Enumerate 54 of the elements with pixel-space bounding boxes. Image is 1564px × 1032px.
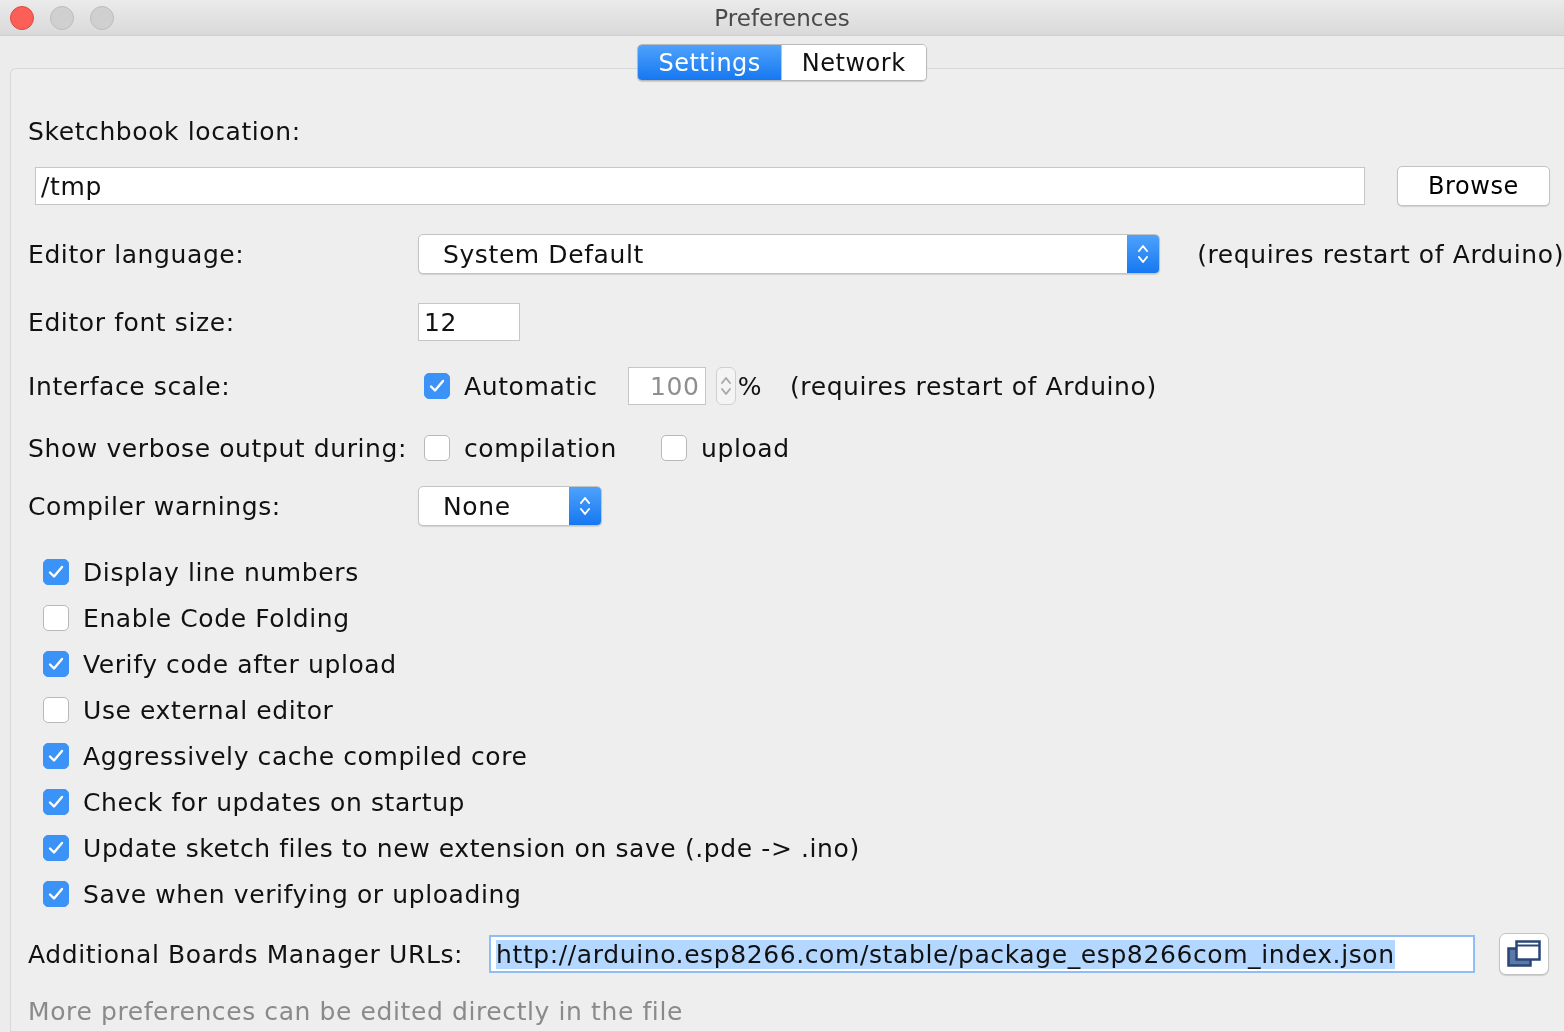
field-label: Compiler warnings: (28, 491, 281, 521)
checkbox[interactable] (43, 697, 69, 723)
field-label: Additional Boards Manager URLs: (28, 939, 464, 969)
field-label: Show verbose output during: (28, 433, 408, 463)
checkbox-label: Verify code after upload (83, 649, 397, 679)
close-button[interactable] (10, 5, 34, 30)
check-icon (48, 841, 64, 855)
checkbox-label: compilation (464, 433, 617, 463)
checked-checkbox[interactable] (43, 789, 69, 815)
field-label: Interface scale: (28, 371, 231, 401)
check-icon (48, 749, 64, 763)
windows-icon (1507, 940, 1542, 968)
up-down-arrows-icon (578, 494, 592, 518)
checkbox[interactable] (660, 435, 687, 461)
tab[interactable]: Network (780, 45, 926, 80)
checkbox-label: upload (700, 433, 790, 463)
warnings-select[interactable]: None (418, 486, 602, 526)
checkbox-label: Aggressively cache compiled core (83, 741, 528, 771)
checked-checkbox[interactable] (43, 651, 69, 677)
checkbox-label: Update sketch files to new extension on save (.pde -> .ino) (83, 833, 860, 863)
checked-checkbox[interactable] (43, 881, 69, 907)
field-label: Editor language: (28, 239, 245, 269)
field-label: Editor font size: (28, 307, 235, 337)
checkbox-label: Use external editor (83, 695, 334, 725)
browse-button[interactable]: Browse (1397, 166, 1550, 206)
restart-note: (requires restart of Arduino) (790, 371, 1157, 401)
check-icon (48, 887, 64, 901)
sketchbook-path-field[interactable]: /tmp (35, 167, 1365, 205)
check-icon (48, 795, 64, 809)
spinner-icon[interactable] (715, 367, 736, 405)
checkbox[interactable] (43, 605, 69, 631)
footer-note: More preferences can be edited directly in the file (28, 996, 683, 1026)
checked-checkbox[interactable] (43, 559, 69, 585)
restart-note: (requires restart of Arduino) (1197, 239, 1564, 269)
language-select[interactable]: System Default (418, 234, 1160, 274)
checkbox-label: Enable Code Folding (83, 603, 350, 633)
checkbox-label: Check for updates on startup (83, 787, 466, 817)
font-size-field[interactable]: 12 (418, 303, 520, 341)
check-icon (48, 565, 64, 579)
percent-sign: % (737, 371, 762, 401)
checked-checkbox[interactable] (43, 743, 69, 769)
checked-checkbox[interactable] (43, 835, 69, 861)
up-down-arrows-icon (1135, 242, 1150, 266)
checkbox[interactable] (424, 435, 450, 461)
field-label: Sketchbook location: (28, 116, 301, 146)
boards-url-field[interactable]: http://arduino.esp8266.com/stable/package_esp8266com_index.json (489, 935, 1476, 973)
checkbox-label: Save when verifying or uploading (83, 879, 522, 909)
edit-list-button[interactable] (1499, 933, 1550, 975)
up-down-arrows-icon (718, 374, 733, 398)
window-title: Preferences (714, 4, 850, 31)
checkbox-label: Automatic (464, 371, 598, 401)
check-icon (48, 657, 64, 671)
checkbox-label: Display line numbers (83, 557, 359, 587)
check-icon (429, 379, 445, 393)
